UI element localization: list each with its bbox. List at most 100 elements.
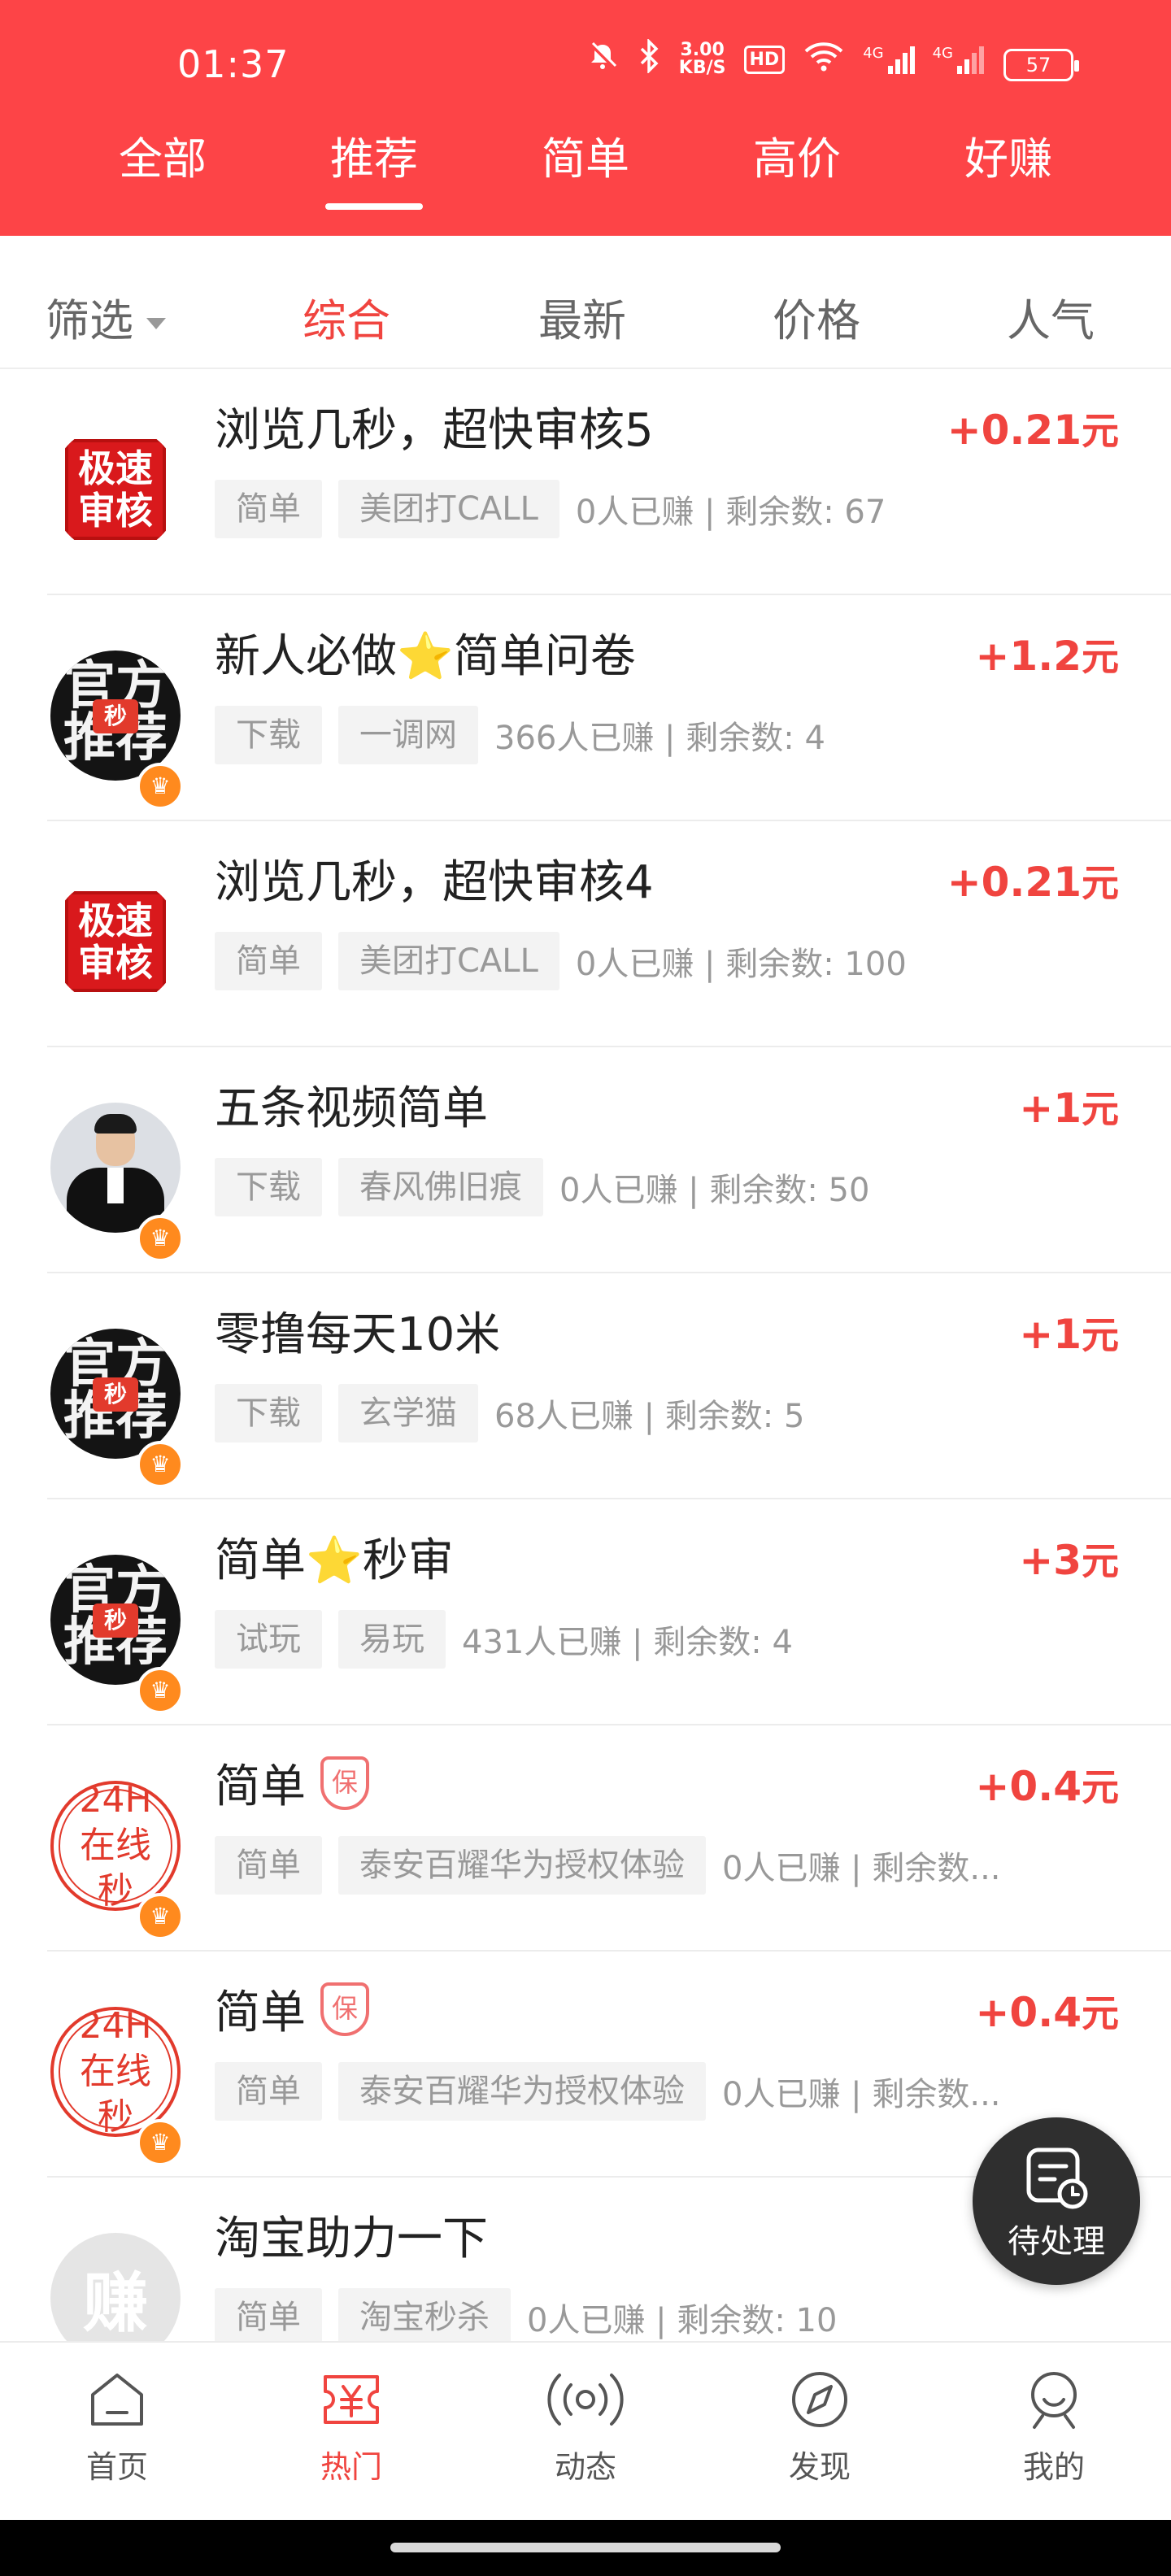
speed-review-logo: 极速审核: [65, 891, 166, 992]
mute-icon: [586, 40, 619, 79]
task-tag: 泰安百耀华为授权体验: [338, 2062, 706, 2121]
task-tag: 下载: [215, 706, 322, 764]
task-tag: 下载: [215, 1158, 322, 1216]
tab-high-price[interactable]: 高价: [724, 122, 870, 211]
task-meta: 简单 美团打CALL 0人已赚 | 剩余数: 67: [215, 480, 886, 538]
nav-discover[interactable]: 发现: [703, 2343, 937, 2520]
task-tag: 简单: [215, 2062, 322, 2121]
task-avatar: 24H在线秒: [50, 2007, 181, 2137]
task-title: 浏览几秒，超快审核5: [215, 404, 654, 457]
tab-all[interactable]: 全部: [89, 122, 236, 211]
bluetooth-icon: [637, 37, 661, 80]
pending-button[interactable]: 待处理: [973, 2117, 1140, 2285]
task-item[interactable]: 24H在线秒 ♛ 简单保 +0.4元 简单 泰安百耀华为授权体验 0人已赚 | …: [47, 1725, 1171, 1952]
task-tag: 简单: [215, 932, 322, 990]
crown-icon: ♛: [137, 2119, 184, 2166]
task-tag: 简单: [215, 480, 322, 538]
tab-simple[interactable]: 简单: [512, 122, 659, 211]
speed-review-logo: 极速审核: [65, 439, 166, 540]
instant-badge: 秒: [93, 1603, 138, 1638]
task-price: +1元: [1019, 1085, 1119, 1132]
top-tabs: 全部 推荐 简单 高价 好赚: [0, 122, 1171, 211]
tab-recommend[interactable]: 推荐: [301, 122, 447, 211]
signal-icon-2: 4G: [933, 45, 984, 74]
task-item[interactable]: ♛ 五条视频简单 +1元 下载 春风佛旧痕 0人已赚 | 剩余数: 50: [47, 1047, 1171, 1273]
gesture-bar: [0, 2520, 1171, 2576]
task-tag: 一调网: [338, 706, 478, 764]
task-tag: 简单: [215, 1836, 322, 1895]
stamp-logo: 24H在线秒: [59, 2010, 172, 2134]
instant-badge: 秒: [93, 699, 138, 733]
nav-activity[interactable]: 动态: [468, 2343, 703, 2520]
task-avatar: 极速审核: [50, 877, 181, 1007]
task-item[interactable]: 官方推荐 秒 ♛ 零撸每天10米 +1元 下载 玄学猫 68人已赚 | 剩余数:…: [47, 1273, 1171, 1499]
task-tag: 美团打CALL: [338, 932, 559, 990]
guarantee-badge-icon: 保: [320, 1982, 369, 2036]
task-tag: 美团打CALL: [338, 480, 559, 538]
sort-popularity[interactable]: 人气: [1007, 281, 1095, 362]
task-tag: 下载: [215, 1384, 322, 1442]
task-price: +0.21元: [947, 407, 1119, 454]
task-title: 零撸每天10米: [215, 1308, 501, 1361]
task-tag: 春风佛旧痕: [338, 1158, 543, 1216]
nav-profile[interactable]: 我的: [937, 2343, 1171, 2520]
hd-badge: HD: [743, 45, 786, 74]
task-avatar: 赚: [50, 2233, 181, 2341]
task-title: 五条视频简单: [215, 1082, 488, 1135]
crown-icon: ♛: [137, 1215, 184, 1262]
task-price: +0.21元: [947, 859, 1119, 906]
pending-label: 待处理: [1008, 2223, 1105, 2261]
pending-tasks-icon: [1026, 2147, 1088, 2209]
crown-icon: ♛: [137, 1667, 184, 1714]
crown-icon: ♛: [137, 1893, 184, 1940]
net-speed: 3.00 KB/S: [678, 40, 726, 78]
home-icon: [91, 2374, 143, 2426]
home-indicator[interactable]: [390, 2543, 781, 2552]
task-meta: 下载 玄学猫 68人已赚 | 剩余数: 5: [215, 1384, 804, 1442]
task-meta: 简单 泰安百耀华为授权体验 0人已赚 | 剩余数...: [215, 2062, 1015, 2121]
guarantee-badge-icon: 保: [320, 1756, 369, 1810]
task-item[interactable]: 极速审核 浏览几秒，超快审核5 +0.21元 简单 美团打CALL 0人已赚 |…: [47, 369, 1171, 595]
task-tag: 泰安百耀华为授权体验: [338, 1836, 706, 1895]
task-item[interactable]: 官方推荐 秒 ♛ 新人必做⭐简单问卷 +1.2元 下载 一调网 366人已赚 |…: [47, 595, 1171, 821]
sort-newest[interactable]: 最新: [538, 281, 626, 362]
user-icon: [1031, 2372, 1077, 2429]
compass-icon: [792, 2372, 847, 2427]
instant-badge: 秒: [93, 1377, 138, 1412]
stamp-logo: 24H在线秒: [59, 1784, 172, 1908]
status-icons: 3.00 KB/S HD 4G 4G: [586, 37, 984, 80]
task-avatar: 官方推荐 秒: [50, 1329, 181, 1459]
task-title: 新人必做⭐简单问卷: [215, 630, 636, 683]
task-item[interactable]: 极速审核 浏览几秒，超快审核4 +0.21元 简单 美团打CALL 0人已赚 |…: [47, 821, 1171, 1047]
task-stats: 0人已赚 | 剩余数: 50: [559, 1172, 870, 1209]
task-stats: 0人已赚 | 剩余数...: [722, 1850, 1001, 1887]
task-tag: 玄学猫: [338, 1384, 478, 1442]
filter-button[interactable]: 筛选: [46, 281, 166, 362]
task-stats: 366人已赚 | 剩余数: 4: [494, 720, 825, 757]
task-meta: 简单 淘宝秒杀 0人已赚 | 剩余数: 10: [215, 2288, 837, 2341]
task-meta: 试玩 易玩 431人已赚 | 剩余数: 4: [215, 1610, 793, 1669]
task-tag: 易玩: [338, 1610, 446, 1669]
task-price: +1元: [1019, 1311, 1119, 1358]
task-title: 简单⭐秒审: [215, 1534, 454, 1587]
status-bar: 01:37 3.00 KB/S HD 4G 4G 57: [0, 0, 1171, 130]
sort-comprehensive[interactable]: 综合: [303, 281, 390, 362]
nav-home[interactable]: 首页: [0, 2343, 234, 2520]
task-meta: 下载 一调网 366人已赚 | 剩余数: 4: [215, 706, 825, 764]
task-meta: 简单 泰安百耀华为授权体验 0人已赚 | 剩余数...: [215, 1836, 1015, 1895]
task-title: 简单保: [215, 1750, 369, 1816]
task-title: 浏览几秒，超快审核4: [215, 856, 654, 909]
tab-easy-earn[interactable]: 好赚: [935, 122, 1082, 211]
nav-hot[interactable]: 热门: [234, 2343, 468, 2520]
task-stats: 431人已赚 | 剩余数: 4: [462, 1624, 793, 1661]
task-item[interactable]: 官方推荐 秒 ♛ 简单⭐秒审 +3元 试玩 易玩 431人已赚 | 剩余数: 4: [47, 1499, 1171, 1725]
task-price: +0.4元: [975, 1763, 1119, 1810]
sort-price[interactable]: 价格: [773, 281, 860, 362]
task-avatar: [50, 1103, 181, 1233]
task-avatar: 官方推荐 秒: [50, 651, 181, 781]
battery-icon: 57: [1003, 49, 1079, 81]
broadcast-icon: [547, 2374, 624, 2426]
task-price: +0.4元: [975, 1989, 1119, 2036]
header: 01:37 3.00 KB/S HD 4G 4G 57 全部 推荐 简单 高价 好…: [0, 0, 1171, 236]
yuan-ticket-icon: [324, 2375, 379, 2424]
